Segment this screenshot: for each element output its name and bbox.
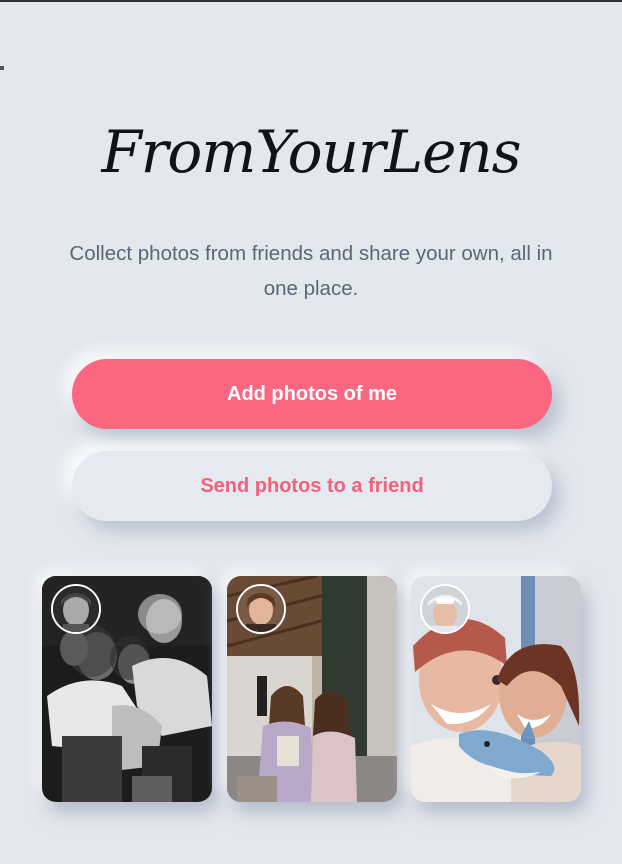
window-top-border [0, 0, 622, 2]
app-subtitle: Collect photos from friends and share yo… [69, 242, 553, 300]
add-photos-button[interactable]: Add photos of me [72, 359, 552, 429]
avatar-image [238, 586, 284, 632]
profile-avatar[interactable] [420, 584, 470, 634]
avatar-image [422, 586, 468, 632]
photo-card-group-bw[interactable] [42, 576, 212, 802]
profile-avatar[interactable] [236, 584, 286, 634]
photo-card-selfie[interactable] [411, 576, 581, 802]
avatar-image [53, 586, 99, 632]
app-title: FromYourLens [101, 118, 521, 186]
send-photos-button[interactable]: Send photos to a friend [72, 451, 552, 521]
photo-card-two-friends[interactable] [227, 576, 397, 802]
cursor-mark [0, 66, 4, 70]
profile-avatar[interactable] [51, 584, 101, 634]
